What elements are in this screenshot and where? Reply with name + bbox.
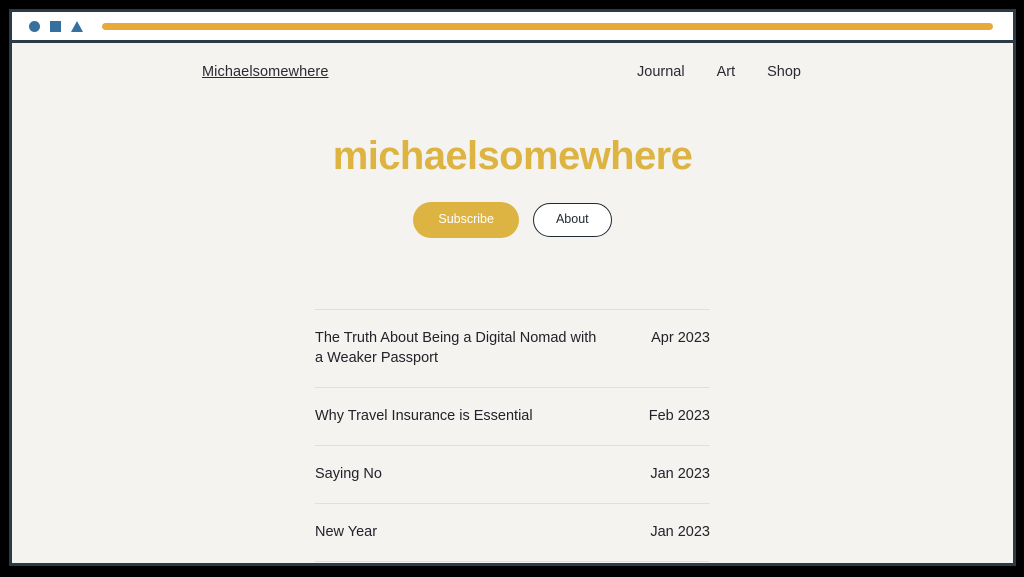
subscribe-button[interactable]: Subscribe xyxy=(413,202,519,238)
about-button[interactable]: About xyxy=(532,203,612,237)
post-date: Jan 2023 xyxy=(650,465,710,482)
post-title: New Year xyxy=(315,523,378,540)
nav-link-journal[interactable]: Journal xyxy=(637,64,685,80)
nav-link-shop[interactable]: Shop xyxy=(767,64,801,80)
site-brand[interactable]: Michaelsomewhere xyxy=(202,64,329,80)
post-list-item[interactable]: Saying No Jan 2023 xyxy=(315,446,710,504)
post-date: Apr 2023 xyxy=(651,329,710,346)
circle-icon[interactable] xyxy=(29,20,40,32)
window-controls xyxy=(29,20,83,32)
post-date: Jan 2023 xyxy=(650,523,710,540)
square-icon[interactable] xyxy=(50,20,61,32)
post-title: Saying No xyxy=(315,465,382,482)
post-title: The Truth About Being a Digital Nomad wi… xyxy=(315,329,597,366)
nav-link-art[interactable]: Art xyxy=(717,64,736,80)
hero-section: michaelsomewhere Subscribe About xyxy=(12,136,1013,238)
post-title: Why Travel Insurance is Essential xyxy=(315,407,533,424)
browser-window: Michaelsomewhere Journal Art Shop michae… xyxy=(9,9,1016,566)
page-title: michaelsomewhere xyxy=(332,134,693,178)
site-header: Michaelsomewhere Journal Art Shop xyxy=(12,43,1013,80)
post-list-item[interactable]: The Truth About Being a Digital Nomad wi… xyxy=(315,310,710,388)
triangle-icon[interactable] xyxy=(71,20,83,32)
post-list-item[interactable]: New Year Jan 2023 xyxy=(315,504,710,562)
post-list-item[interactable]: Why Travel Insurance is Essential Feb 20… xyxy=(315,388,710,446)
browser-toolbar xyxy=(12,12,1013,43)
hero-actions: Subscribe About xyxy=(12,202,1013,238)
post-list: The Truth About Being a Digital Nomad wi… xyxy=(315,308,710,562)
primary-nav: Journal Art Shop xyxy=(637,64,801,80)
page-viewport: Michaelsomewhere Journal Art Shop michae… xyxy=(12,43,1013,563)
address-bar[interactable] xyxy=(102,22,993,30)
post-date: Feb 2023 xyxy=(648,407,710,424)
